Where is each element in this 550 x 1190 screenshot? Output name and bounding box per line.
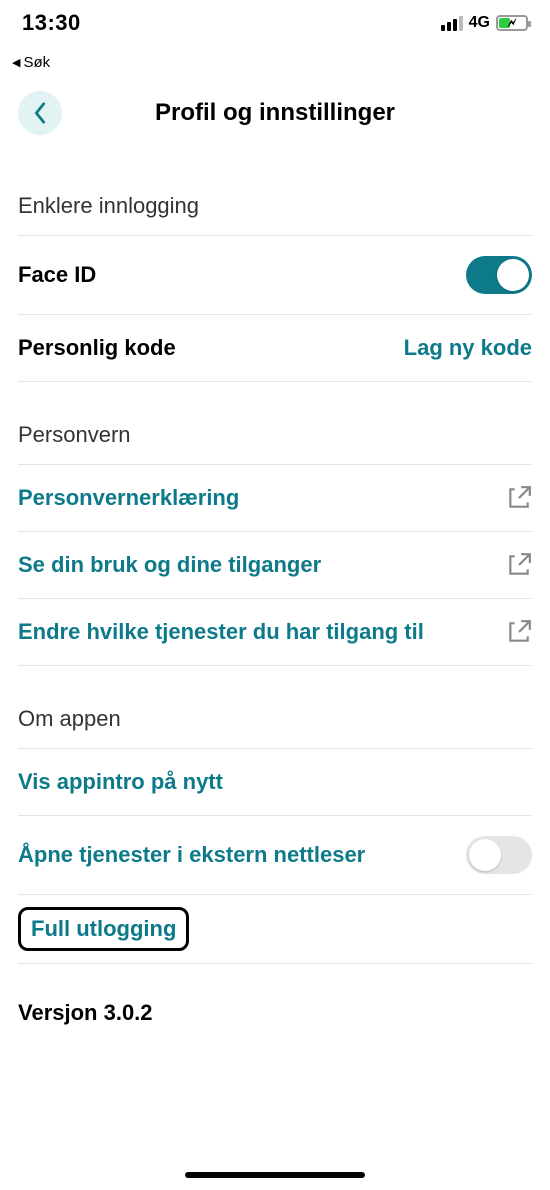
row-privacy-policy[interactable]: Personvernerklæring [18, 464, 532, 531]
breadcrumb-label: Søk [23, 54, 50, 71]
section-privacy: Personvern Personvernerklæring Se din br… [0, 382, 550, 666]
external-link-icon [506, 619, 532, 645]
breadcrumb-caret-icon: ◀ [12, 56, 20, 69]
section-login: Enklere innlogging Face ID Personlig kod… [0, 153, 550, 382]
status-right: 4G 🗲 [441, 14, 528, 32]
app-version: Versjon 3.0.2 [18, 964, 532, 1062]
face-id-toggle[interactable] [466, 256, 532, 294]
external-browser-toggle[interactable] [466, 836, 532, 874]
row-usage-access[interactable]: Se din bruk og dine tilganger [18, 531, 532, 598]
row-personal-code: Personlig kode Lag ny kode [18, 314, 532, 382]
section-about: Om appen Vis appintro på nytt Åpne tjene… [0, 666, 550, 1062]
external-link-icon [506, 552, 532, 578]
external-browser-label: Åpne tjenester i ekstern nettleser [18, 842, 365, 868]
row-show-intro[interactable]: Vis appintro på nytt [18, 748, 532, 815]
show-intro-link: Vis appintro på nytt [18, 769, 223, 795]
page-header: Profil og innstillinger [0, 71, 550, 153]
page-title: Profil og innstillinger [62, 99, 532, 127]
row-face-id: Face ID [18, 235, 532, 314]
status-time: 13:30 [22, 10, 81, 36]
section-privacy-header: Personvern [18, 382, 532, 464]
back-button[interactable] [18, 91, 62, 135]
battery-icon: 🗲 [496, 15, 528, 31]
section-about-header: Om appen [18, 666, 532, 748]
external-link-icon [506, 485, 532, 511]
full-logout-link[interactable]: Full utlogging [31, 916, 176, 941]
breadcrumb-back[interactable]: ◀ Søk [12, 54, 530, 71]
privacy-policy-link: Personvernerklæring [18, 485, 239, 511]
face-id-label: Face ID [18, 262, 96, 288]
status-bar: 13:30 4G 🗲 [0, 0, 550, 48]
create-new-code-link[interactable]: Lag ny kode [404, 335, 532, 361]
row-change-services[interactable]: Endre hvilke tjenester du har tilgang ti… [18, 598, 532, 666]
chevron-left-icon [32, 102, 48, 124]
cellular-signal-icon [441, 15, 463, 31]
full-logout-highlight: Full utlogging [18, 907, 189, 951]
network-label: 4G [469, 14, 490, 32]
section-login-header: Enklere innlogging [18, 153, 532, 235]
home-indicator[interactable] [185, 1172, 365, 1178]
usage-access-link: Se din bruk og dine tilganger [18, 552, 321, 578]
change-services-link: Endre hvilke tjenester du har tilgang ti… [18, 619, 424, 645]
personal-code-label: Personlig kode [18, 335, 176, 361]
row-external-browser: Åpne tjenester i ekstern nettleser [18, 815, 532, 895]
